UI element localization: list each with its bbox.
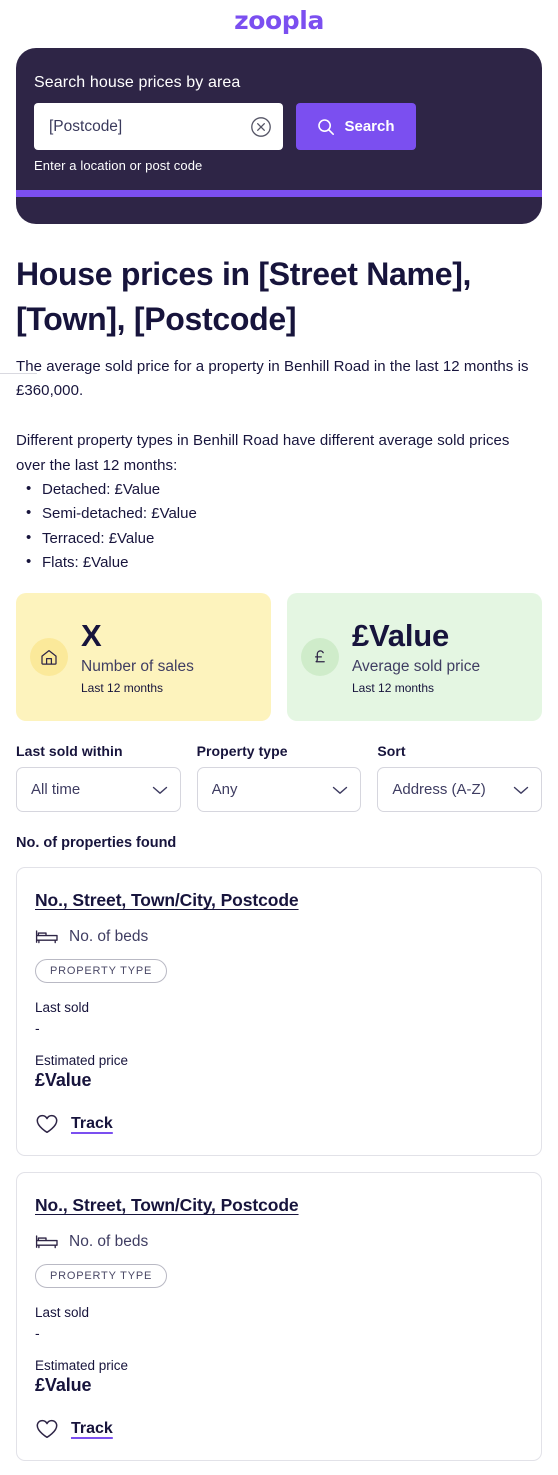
list-item: Terraced: £Value <box>16 526 542 551</box>
last-sold-value: - <box>35 1325 40 1342</box>
last-sold-within-select[interactable]: All time <box>16 767 181 813</box>
property-address-link[interactable]: No., Street, Town/City, Postcode <box>35 1195 299 1216</box>
property-type-badge: PROPERTY TYPE <box>35 1264 168 1289</box>
estimated-price-value: £Value <box>35 1375 92 1396</box>
property-card[interactable]: No., Street, Town/City, Postcode No. of … <box>16 867 542 1157</box>
beds-row: No. of beds <box>35 1233 523 1251</box>
search-icon <box>317 118 335 136</box>
property-card[interactable]: No., Street, Town/City, Postcode No. of … <box>16 1172 542 1462</box>
beds-label: No. of beds <box>69 1233 149 1251</box>
stat-label: Number of sales <box>81 657 194 675</box>
chevron-down-icon <box>331 784 349 796</box>
stat-sub: Last 12 months <box>352 681 435 696</box>
stat-text: X Number of sales Last 12 months <box>81 617 194 696</box>
bed-icon <box>35 1233 59 1251</box>
search-hint: Enter a location or post code <box>34 158 203 173</box>
stat-sub: Last 12 months <box>81 681 164 696</box>
last-sold-label: Last sold <box>35 1305 90 1321</box>
track-label: Track <box>71 1115 113 1133</box>
page-title: House prices in [Street Name], [Town], [… <box>16 256 472 338</box>
filter-sort: Sort Address (A-Z) <box>377 743 543 813</box>
results-count: No. of properties found <box>16 835 177 852</box>
filters-row: Last sold within All time Property type … <box>16 743 543 813</box>
search-panel: Search house prices by area [Postcode] S… <box>16 48 542 224</box>
types-intro-paragraph: Different property types in Benhill Road… <box>16 432 510 474</box>
stat-label: Average sold price <box>352 657 481 675</box>
stat-card-average-sold-price: £Value Average sold price Last 12 months <box>287 593 542 722</box>
search-button[interactable]: Search <box>296 103 416 150</box>
list-item: Flats: £Value <box>16 550 542 575</box>
edge-rule-artifact <box>0 373 37 374</box>
search-input[interactable] <box>49 117 249 136</box>
search-button-label: Search <box>344 118 395 135</box>
site-header: zoopla <box>0 0 558 40</box>
filter-label: Sort <box>377 743 406 760</box>
property-type-select[interactable]: Any <box>196 767 362 813</box>
bottom-spacer <box>16 1461 542 1475</box>
heart-icon <box>35 1418 59 1440</box>
search-panel-title: Search house prices by area <box>34 74 241 91</box>
home-icon <box>30 638 68 677</box>
main-content: House prices in [Street Name], [Town], [… <box>0 252 558 1475</box>
sort-select[interactable]: Address (A-Z) <box>377 767 543 813</box>
zoopla-logo[interactable]: zoopla <box>234 6 324 35</box>
property-address-link[interactable]: No., Street, Town/City, Postcode <box>35 890 299 911</box>
estimated-price-label: Estimated price <box>35 1358 129 1374</box>
list-item: Detached: £Value <box>16 477 542 502</box>
track-button[interactable]: Track <box>35 1113 523 1135</box>
search-input-wrapper <box>34 103 283 150</box>
stat-value: X <box>81 617 102 653</box>
track-label: Track <box>71 1420 113 1438</box>
select-value: All time <box>31 781 81 799</box>
close-circle-icon[interactable] <box>249 115 273 139</box>
last-sold-value: - <box>35 1020 40 1037</box>
estimated-price-value: £Value <box>35 1070 92 1091</box>
select-value: Any <box>211 781 238 799</box>
pound-icon <box>301 638 339 677</box>
stat-text: £Value Average sold price Last 12 months <box>352 617 481 696</box>
stats-row: X Number of sales Last 12 months £Value … <box>16 593 542 722</box>
property-type-price-list: Detached: £Value Semi-detached: £Value T… <box>16 477 542 575</box>
chevron-down-icon <box>512 784 530 796</box>
track-button[interactable]: Track <box>35 1418 523 1440</box>
heart-icon <box>35 1113 59 1135</box>
stat-card-number-of-sales: X Number of sales Last 12 months <box>16 593 271 722</box>
beds-row: No. of beds <box>35 928 523 946</box>
filter-last-sold-within: Last sold within All time <box>16 743 181 813</box>
last-sold-label: Last sold <box>35 1000 90 1016</box>
search-row: Search <box>34 103 524 150</box>
chevron-down-icon <box>151 784 169 796</box>
estimated-price-label: Estimated price <box>35 1053 129 1069</box>
stat-value: £Value <box>352 617 450 653</box>
select-value: Address (A-Z) <box>392 781 486 799</box>
beds-label: No. of beds <box>69 928 149 946</box>
list-item: Semi-detached: £Value <box>16 501 542 526</box>
filter-label: Last sold within <box>16 743 123 760</box>
house-prices-page: zoopla Search house prices by area [Post… <box>0 0 558 1475</box>
panel-accent-bar <box>16 190 542 197</box>
filter-property-type: Property type Any <box>196 743 362 813</box>
intro-paragraph: The average sold price for a property in… <box>16 357 529 400</box>
property-type-badge: PROPERTY TYPE <box>35 959 168 984</box>
bed-icon <box>35 928 59 946</box>
filter-label: Property type <box>196 743 288 760</box>
